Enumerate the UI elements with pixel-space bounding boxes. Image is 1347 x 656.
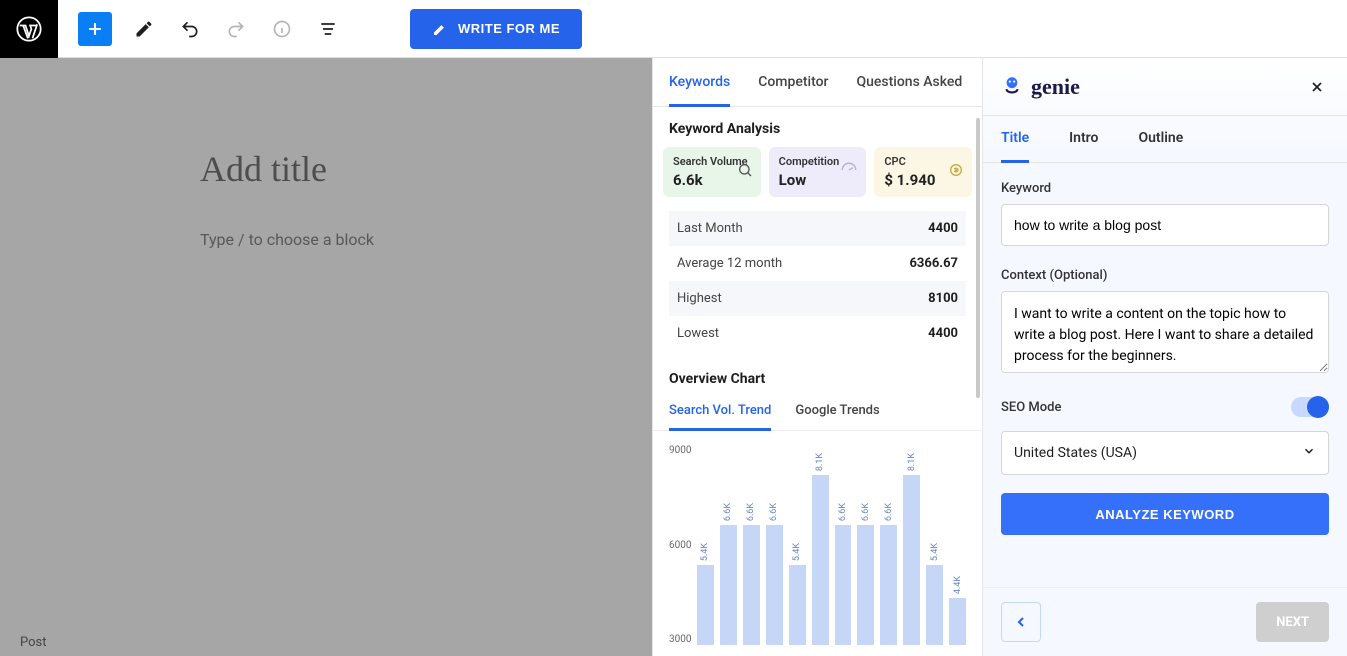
write-for-me-button[interactable]: WRITE FOR ME: [410, 9, 582, 49]
editor-overlay: [0, 58, 652, 656]
top-toolbar: WRITE FOR ME: [0, 0, 1347, 58]
genie-panel: genie Title Intro Outline Keyword Contex…: [982, 58, 1347, 656]
metric-cpc: CPC $ 1.940: [874, 147, 972, 197]
redo-icon: [222, 15, 250, 43]
tab-competitor[interactable]: Competitor: [758, 74, 828, 106]
outline-icon[interactable]: [314, 15, 342, 43]
genie-tab-outline[interactable]: Outline: [1138, 130, 1183, 162]
close-icon[interactable]: [1303, 73, 1331, 101]
wordpress-logo[interactable]: [0, 0, 58, 58]
seo-mode-toggle[interactable]: [1291, 397, 1329, 417]
scrollbar[interactable]: [976, 118, 980, 398]
seo-mode-label: SEO Mode: [1001, 400, 1061, 415]
keyword-label: Keyword: [1001, 181, 1329, 196]
genie-tab-title[interactable]: Title: [1001, 130, 1029, 163]
add-block-button[interactable]: [78, 12, 112, 46]
tab-keywords[interactable]: Keywords: [669, 74, 730, 107]
search-volume-chart: 900060003000 5.4K6.6K6.6K6.6K5.4K8.1K6.6…: [697, 445, 966, 645]
search-icon: [737, 162, 753, 182]
chart-tab-search-vol[interactable]: Search Vol. Trend: [669, 403, 771, 431]
undo-icon[interactable]: [176, 15, 204, 43]
metric-competition: Competition Low: [769, 147, 867, 197]
genie-tab-intro[interactable]: Intro: [1069, 130, 1098, 162]
edit-icon[interactable]: [130, 15, 158, 43]
stat-row: Lowest4400: [669, 316, 966, 351]
context-label: Context (Optional): [1001, 268, 1329, 283]
metric-search-volume: Search Volume 6.6k: [663, 147, 761, 197]
post-status: Post: [20, 635, 47, 650]
next-button: NEXT: [1256, 602, 1329, 642]
chevron-down-icon: [1302, 444, 1316, 462]
tab-questions[interactable]: Questions Asked: [856, 74, 962, 106]
write-for-me-label: WRITE FOR ME: [458, 21, 560, 36]
genie-logo: genie: [999, 74, 1080, 100]
stat-list: Last Month4400 Average 12 month6366.67 H…: [653, 197, 982, 357]
stat-row: Average 12 month6366.67: [669, 246, 966, 281]
country-select[interactable]: United States (USA): [1001, 431, 1329, 475]
prev-button[interactable]: [1001, 602, 1041, 642]
overview-chart-heading: Overview Chart: [653, 357, 982, 397]
editor-canvas[interactable]: Add title Type / to choose a block Post: [0, 58, 652, 656]
analyze-keyword-button[interactable]: ANALYZE KEYWORD: [1001, 493, 1329, 535]
stat-row: Last Month4400: [669, 211, 966, 246]
gauge-icon: [840, 161, 858, 183]
keyword-analysis-heading: Keyword Analysis: [653, 107, 982, 147]
stat-row: Highest8100: [669, 281, 966, 316]
chart-tab-google-trends[interactable]: Google Trends: [795, 403, 879, 430]
analysis-tabs: Keywords Competitor Questions Asked: [653, 58, 982, 107]
analysis-panel: Keywords Competitor Questions Asked Keyw…: [652, 58, 982, 656]
info-icon[interactable]: [268, 15, 296, 43]
context-input[interactable]: [1001, 291, 1329, 373]
coin-icon: [948, 162, 964, 182]
keyword-input[interactable]: [1001, 204, 1329, 246]
